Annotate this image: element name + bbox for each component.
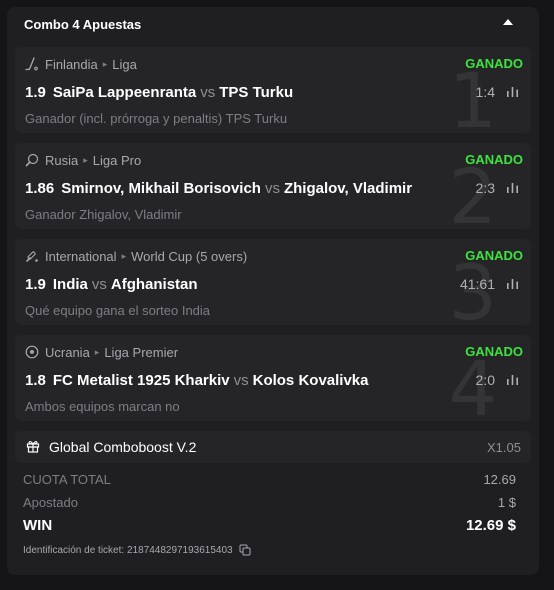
bet-odds: 1.86 [25,179,55,197]
vs-label: vs [264,179,280,197]
bet-country: International [45,248,117,264]
match-title: 1.8 FC Metalist 1925 Kharkiv vs Kolos Ko… [25,370,369,390]
vs-label: vs [91,275,107,293]
ticket-id-text: Identificación de ticket: 21874482971936… [23,544,233,556]
bet-selection: Qué equipo gana el sorteo India [25,303,211,318]
league-breadcrumb: Ucrania ▸ Liga Premier [25,344,178,360]
staked-label: Apostado [23,494,78,510]
bet-country: Ucrania [45,344,90,360]
bet-league: Liga Premier [104,344,179,360]
chevron-up-icon[interactable] [503,19,513,25]
chevron-right-icon: ▸ [102,58,108,69]
hockey-stick-icon [25,57,39,71]
vs-label: vs [233,371,249,389]
ticket-id: Identificación de ticket: 21874482971936… [23,544,251,556]
league-breadcrumb: Rusia ▸ Liga Pro [25,152,141,168]
away-team: Zhigalov, Vladimir [283,179,413,197]
match-score: 2:3 [475,180,495,196]
league-breadcrumb: Finlandia ▸ Liga [25,56,137,72]
staked-row: Apostado 1 $ [23,493,516,511]
combo-title: Combo 4 Apuestas [24,17,142,32]
away-team: TPS Turku [219,83,294,101]
match-score: 41:61 [459,276,495,292]
bet-country: Finlandia [45,56,98,72]
bet-card[interactable]: 2 Rusia ▸ Liga Pro GANADO 1.86 Smirnov, … [15,143,531,229]
stats-bar-icon[interactable] [506,182,519,194]
comboboost-label: Global Comboboost V.2 [49,439,197,455]
status-badge: GANADO [465,344,523,359]
match-title: 1.9 India vs Afghanistan [25,274,198,294]
total-odds-row: CUOTA TOTAL 12.69 [23,470,516,488]
stats-bar-icon[interactable] [506,278,519,290]
bet-country: Rusia [45,152,79,168]
combo-header[interactable]: Combo 4 Apuestas [7,7,539,43]
home-team: India [52,275,88,293]
bet-card[interactable]: 3 International ▸ World Cup (5 overs) GA… [15,239,531,325]
bet-card[interactable]: 1 Finlandia ▸ Liga GANADO 1.9 SaiPa Lapp… [15,47,531,133]
combo-panel: Combo 4 Apuestas 1 Finlandia ▸ Liga GANA… [7,7,539,575]
home-team: FC Metalist 1925 Kharkiv [52,371,230,389]
soccer-ball-icon [25,345,39,359]
bet-odds: 1.9 [25,83,46,101]
match-score: 2:0 [475,372,495,388]
gift-icon [26,439,40,453]
bet-odds: 1.8 [25,371,46,389]
chevron-right-icon: ▸ [121,250,127,261]
bet-league: Liga Pro [92,152,142,168]
bet-card[interactable]: 4 Ucrania ▸ Liga Premier GANADO 1.8 FC M… [15,335,531,421]
home-team: Smirnov, Mikhail Borisovich [61,179,261,197]
status-badge: GANADO [465,248,523,263]
chevron-right-icon: ▸ [83,154,88,165]
stats-bar-icon[interactable] [506,374,519,386]
comboboost-row: Global Comboboost V.2 X1.05 [15,431,531,463]
status-badge: GANADO [465,152,523,167]
chevron-right-icon: ▸ [94,346,100,357]
bet-selection: Ganador (incl. prórroga y penaltis) TPS … [25,111,288,126]
league-breadcrumb: International ▸ World Cup (5 overs) [25,248,247,264]
bet-odds: 1.9 [25,275,46,293]
cricket-bat-icon [25,249,39,263]
match-title: 1.9 SaiPa Lappeenranta vs TPS Turku [25,82,293,102]
win-value: 12.69 $ [465,516,516,534]
ping-pong-paddle-icon [25,153,39,167]
staked-value: 1 $ [497,494,516,510]
total-odds-label: CUOTA TOTAL [23,471,111,487]
home-team: SaiPa Lappeenranta [52,83,197,101]
win-label: WIN [23,516,53,534]
match-title: 1.86 Smirnov, Mikhail Borisovich vs Zhig… [25,178,412,198]
away-team: Kolos Kovalivka [252,371,369,389]
copy-icon[interactable] [239,544,251,556]
total-odds-value: 12.69 [483,471,516,487]
bet-league: World Cup (5 overs) [131,248,248,264]
bet-league: Liga [112,56,137,72]
comboboost-multiplier: X1.05 [487,440,521,455]
away-team: Afghanistan [110,275,198,293]
bet-selection: Ganador Zhigalov, Vladimir [25,207,182,222]
stats-bar-icon[interactable] [506,86,519,98]
status-badge: GANADO [465,56,523,71]
vs-label: vs [200,83,216,101]
bet-selection: Ambos equipos marcan no [25,399,180,414]
match-score: 1:4 [475,84,495,100]
win-row: WIN 12.69 $ [23,516,516,534]
